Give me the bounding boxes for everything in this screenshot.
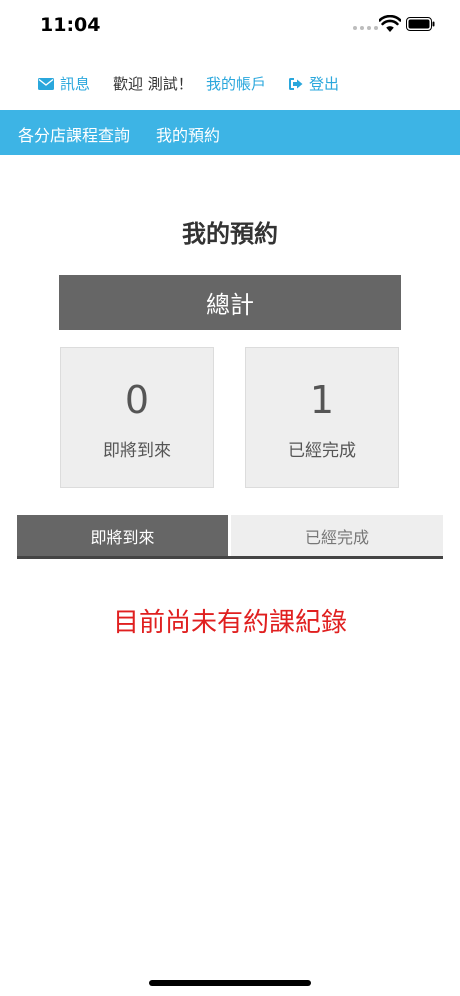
messages-label: 訊息 [60,75,91,93]
status-time: 11:04 [40,14,101,36]
booking-tabs: 即將到來 已經完成 [17,515,443,559]
tab-upcoming[interactable]: 即將到來 [17,515,228,556]
messages-link[interactable]: 訊息 [38,73,90,94]
logout-link[interactable]: 登出 [289,73,339,94]
tab-underline [17,556,443,559]
main-menu-bar: 各分店課程查詢 我的預約 [0,110,460,155]
empty-message: 目前尚未有約課紀錄 [112,608,347,638]
stat-value: 1 [309,378,335,422]
stat-label: 已經完成 [288,441,356,461]
stat-value: 0 [124,378,150,422]
page-title: 我的預約 [182,220,278,248]
cellular-signal-icon [353,26,378,30]
stat-label: 即將到來 [103,441,171,461]
wifi-icon [379,15,401,32]
logout-label: 登出 [309,75,340,93]
my-account-link[interactable]: 我的帳戶 [206,73,266,94]
home-indicator[interactable] [149,980,311,986]
total-banner: 總計 [59,275,401,330]
tab-completed[interactable]: 已經完成 [231,515,443,556]
menu-item-my-bookings[interactable]: 我的預約 [156,122,220,146]
sign-out-icon [289,77,303,90]
stat-card-upcoming: 0 即將到來 [60,347,214,488]
my-account-label: 我的帳戶 [206,75,267,93]
envelope-icon [38,77,54,90]
battery-icon [406,17,435,31]
menu-item-branch-courses[interactable]: 各分店課程查詢 [18,122,130,146]
welcome-text: 歡迎 測試！ [113,75,193,93]
status-bar: 11:04 [0,0,460,52]
stat-card-completed: 1 已經完成 [245,347,399,488]
top-nav: 訊息 歡迎 測試！ 我的帳戶 登出 [0,62,460,104]
